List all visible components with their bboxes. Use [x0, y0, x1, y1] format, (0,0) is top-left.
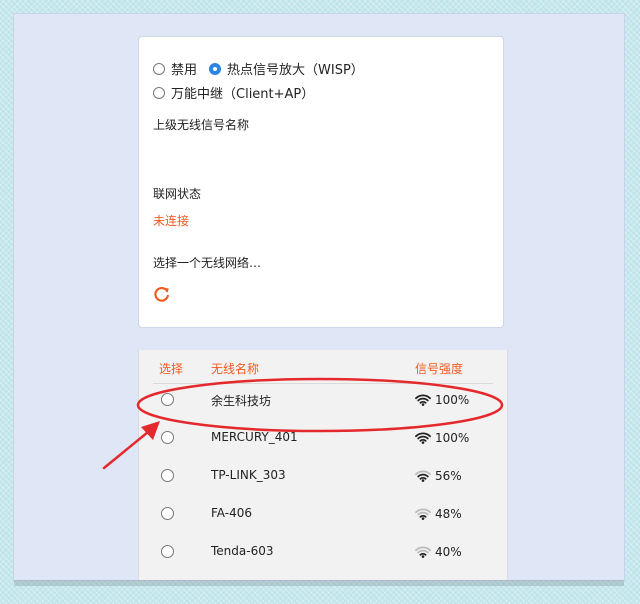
- wifi-signal-icon: [415, 394, 431, 406]
- repeater-settings-card: 禁用 热点信号放大（WISP） 万能中继（Client+AP） 上级无线信号名称…: [138, 36, 504, 328]
- refresh-icon[interactable]: [153, 285, 171, 303]
- radio-disable[interactable]: [153, 62, 165, 75]
- radio-wisp-label: 热点信号放大（WISP）: [227, 63, 364, 78]
- network-select-radio[interactable]: [161, 393, 174, 406]
- connection-status-value: 未连接: [153, 214, 190, 228]
- signal-percent: 48%: [435, 507, 462, 521]
- signal-percent: 56%: [435, 469, 462, 483]
- wifi-signal-icon: [415, 470, 431, 482]
- network-row[interactable]: FA-406 48%: [139, 497, 507, 535]
- connection-status-label: 联网状态: [153, 187, 202, 201]
- mode-selector-row-1: 禁用 热点信号放大（WISP）: [153, 59, 364, 78]
- network-ssid: FA-406: [211, 506, 252, 520]
- network-signal: 48%: [415, 507, 462, 521]
- select-network-label: 选择一个无线网络…: [153, 256, 262, 270]
- network-signal: 100%: [415, 431, 469, 445]
- wifi-signal-icon: [415, 432, 431, 444]
- network-row[interactable]: TP-LINK_303 56%: [139, 459, 507, 497]
- network-row[interactable]: Tenda-603 40%: [139, 535, 507, 573]
- network-ssid: TP-LINK_303: [211, 468, 286, 482]
- network-select-radio[interactable]: [161, 469, 174, 482]
- header-signal: 信号强度: [415, 362, 464, 376]
- radio-universal-repeater[interactable]: [153, 86, 165, 99]
- frame-shadow: [14, 580, 624, 586]
- header-select: 选择: [159, 362, 184, 376]
- wireless-network-list: 选择 无线名称 信号强度 余生科技坊 100% MERCURY_401 100% TP-…: [138, 350, 508, 580]
- radio-universal-repeater-label: 万能中继（Client+AP）: [171, 87, 315, 102]
- signal-percent: 40%: [435, 545, 462, 559]
- header-ssid: 无线名称: [211, 362, 260, 376]
- network-signal: 56%: [415, 469, 462, 483]
- network-select-radio[interactable]: [161, 507, 174, 520]
- signal-percent: 100%: [435, 393, 470, 407]
- radio-disable-label: 禁用: [171, 63, 198, 78]
- radio-wisp[interactable]: [209, 62, 222, 75]
- wifi-signal-icon: [415, 546, 431, 558]
- mode-selector-row-2: 万能中继（Client+AP）: [153, 83, 314, 102]
- network-row[interactable]: 余生科技坊 100%: [139, 383, 507, 421]
- network-select-radio[interactable]: [161, 545, 174, 558]
- network-row[interactable]: MERCURY_401 100%: [139, 421, 507, 459]
- network-signal: 40%: [415, 545, 462, 559]
- upstream-ssid-label: 上级无线信号名称: [153, 118, 250, 132]
- signal-percent: 100%: [435, 431, 470, 445]
- network-ssid: 余生科技坊: [211, 394, 272, 408]
- network-ssid: MERCURY_401: [211, 430, 298, 444]
- network-select-radio[interactable]: [161, 431, 174, 444]
- wifi-signal-icon: [415, 508, 431, 520]
- network-ssid: Tenda-603: [211, 544, 274, 558]
- list-header: 选择 无线名称 信号强度: [139, 350, 507, 382]
- network-signal: 100%: [415, 393, 469, 407]
